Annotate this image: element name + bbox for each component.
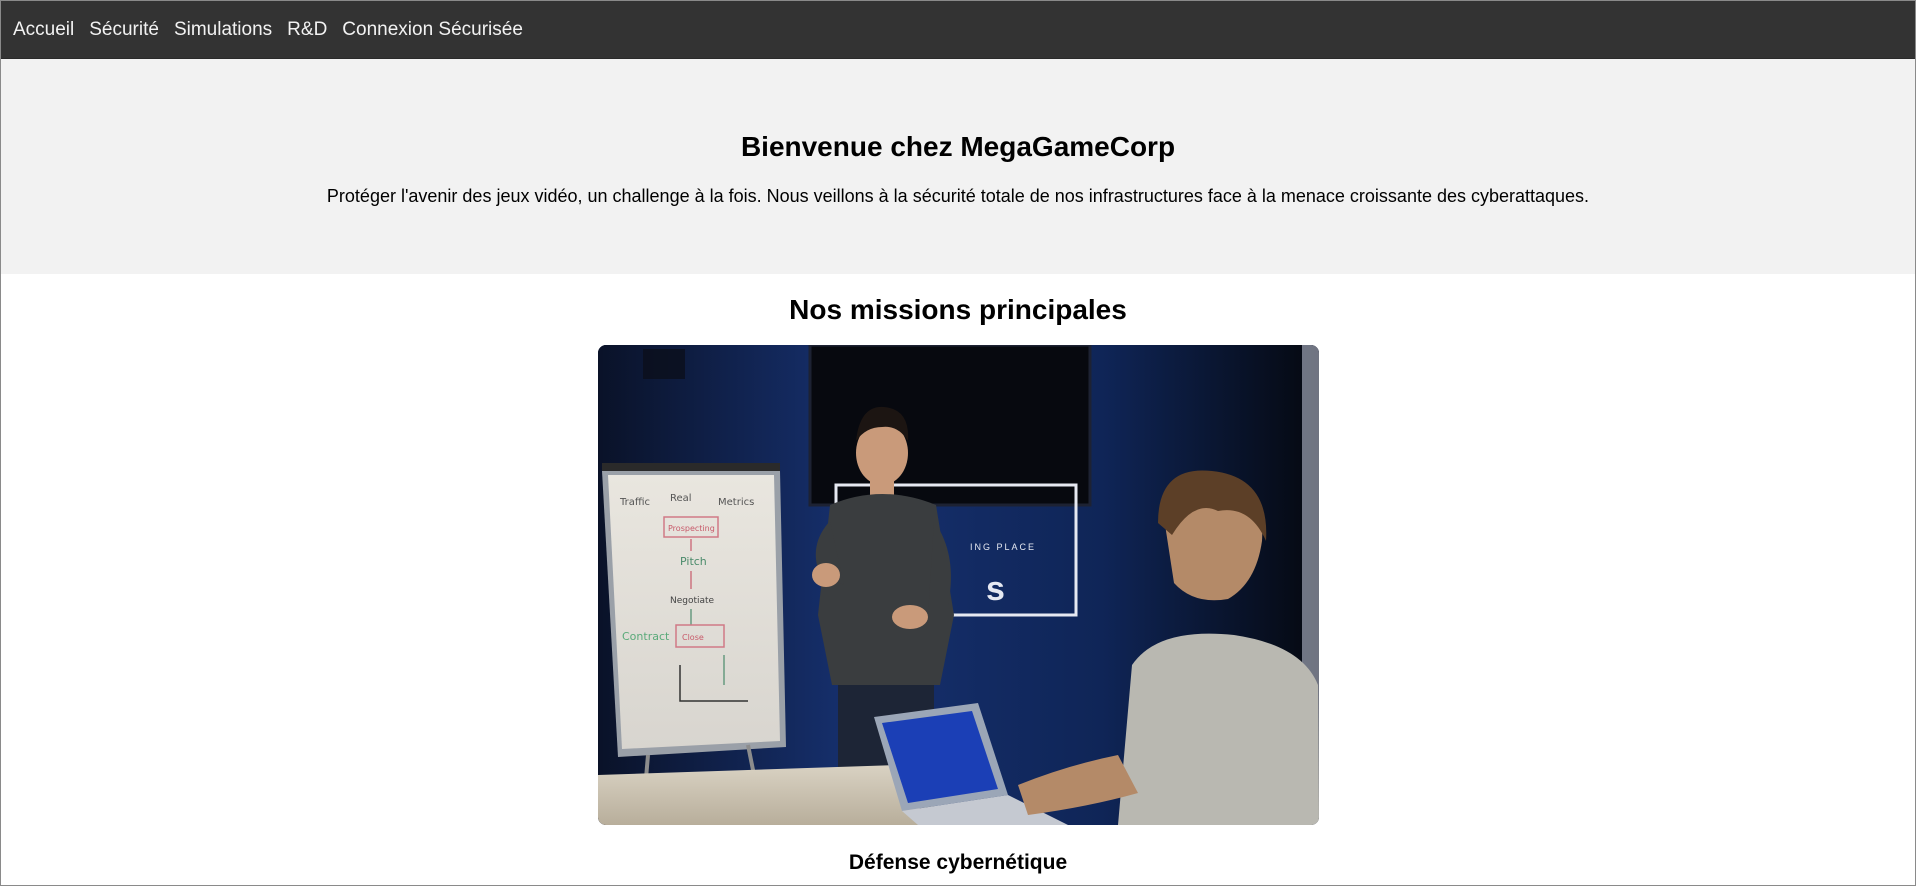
nav-link-simulations[interactable]: Simulations — [174, 20, 272, 39]
meeting-photo: ING PLACE s Traffic Real Metrics Prospec… — [597, 345, 1319, 826]
whiteboard-flow-negotiate: Negotiate — [670, 596, 715, 606]
whiteboard-label-real: Real — [670, 493, 692, 504]
nav-link-securite[interactable]: Sécurité — [89, 20, 159, 39]
nav-link-rnd[interactable]: R&D — [287, 20, 327, 39]
nav-link-accueil[interactable]: Accueil — [13, 20, 74, 39]
whiteboard-label-metrics: Metrics — [718, 497, 754, 508]
mission-item-title: Défense cybernétique — [848, 851, 1068, 875]
whiteboard-side-label: Contract — [622, 630, 670, 643]
hero-title: Bienvenue chez MegaGameCorp — [740, 131, 1176, 162]
page: Accueil Sécurité Simulations R&D Connexi… — [0, 0, 1916, 886]
missions-section: Nos missions principales ING PLACE s Tra… — [1, 294, 1915, 875]
meeting-photo-illustration: ING PLACE s Traffic Real Metrics Prospec… — [597, 345, 1319, 826]
wall-sign-text: ING PLACE — [970, 542, 1036, 552]
whiteboard-label-traffic: Traffic — [619, 497, 650, 508]
missions-heading: Nos missions principales — [789, 294, 1127, 325]
svg-text:s: s — [986, 570, 1005, 608]
hero-description: Protéger l'avenir des jeux vidéo, un cha… — [326, 185, 1590, 206]
whiteboard-flow-prospecting: Prospecting — [668, 524, 715, 533]
hero-section: Bienvenue chez MegaGameCorp Protéger l'a… — [1, 59, 1915, 274]
whiteboard-flow-close: Close — [682, 633, 704, 642]
top-navigation: Accueil Sécurité Simulations R&D Connexi… — [1, 1, 1915, 59]
nav-link-connexion-securisee[interactable]: Connexion Sécurisée — [342, 20, 523, 39]
whiteboard-flow-pitch: Pitch — [680, 555, 707, 568]
